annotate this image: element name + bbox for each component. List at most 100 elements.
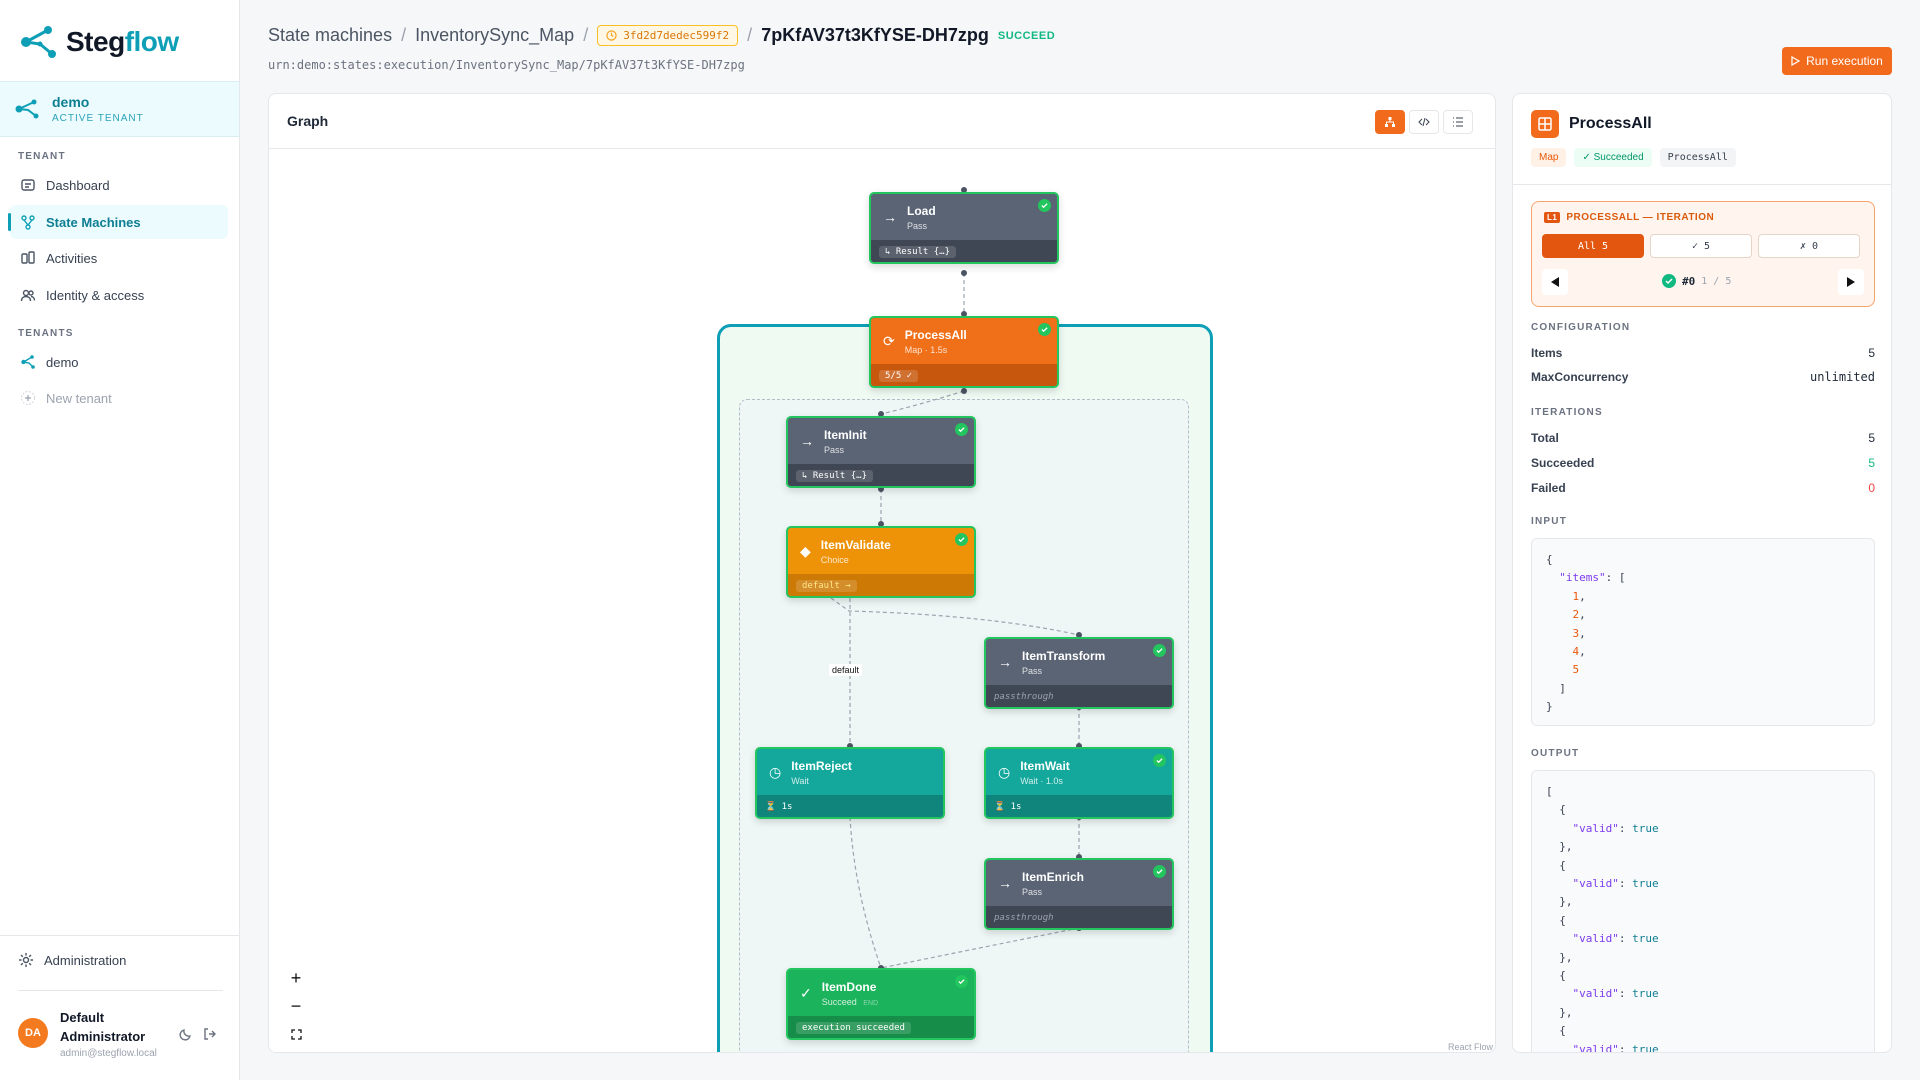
fit-view-button[interactable] (283, 1021, 309, 1047)
stat-key: Succeeded (1531, 456, 1595, 470)
iterations-succeeded-row: Succeeded 5 (1531, 456, 1875, 470)
node-processall[interactable]: ⟳ ProcessAll Map · 1.5s 5/5 ✓ (869, 316, 1059, 388)
node-title: ProcessAll (904, 327, 967, 342)
prev-iteration-button[interactable] (1542, 269, 1568, 295)
new-tenant-button[interactable]: New tenant (10, 381, 228, 415)
node-title: ItemReject (791, 758, 852, 773)
triangle-right-icon (1847, 277, 1855, 287)
flow-canvas[interactable]: default → Load Pass ↳ Result {…} ⟳ ProcessA… (269, 150, 1495, 1052)
check-icon (955, 423, 968, 436)
node-iteminit[interactable]: → ItemInit Pass ↳ Result {…} (786, 416, 976, 488)
stat-value: 5 (1868, 431, 1875, 445)
node-footer: ⏳ 1s (765, 802, 793, 812)
tenant-icon (15, 99, 39, 119)
user-profile: DA Default Administrator admin@stegflow.… (18, 1008, 228, 1066)
node-footer: ⏳ 1s (994, 802, 1022, 812)
breadcrumb-separator: / (401, 25, 407, 45)
react-flow-attribution[interactable]: React Flow (1448, 1042, 1493, 1052)
sidebar-item-state-machines[interactable]: State Machines (8, 205, 228, 239)
state-title: ProcessAll (1569, 115, 1652, 132)
logout-icon[interactable] (202, 1026, 218, 1042)
divider (0, 935, 239, 936)
breadcrumb: State machines / InventorySync_Map / 3fd… (268, 25, 1055, 46)
node-title: ItemDone (821, 979, 877, 994)
sidebar-item-label: Dashboard (46, 177, 110, 193)
logo[interactable]: Stegflow (18, 22, 179, 62)
node-itemwait[interactable]: ◷ ItemWait Wait · 1.0s ⏳ 1s (984, 747, 1174, 819)
tenants-section-label: TENANTS (18, 328, 74, 339)
node-footer: default → (796, 580, 857, 592)
tenant-item-demo[interactable]: demo (10, 345, 228, 379)
input-json[interactable]: { "items": [ 1, 2, 3, 4, 5 ] } (1531, 538, 1875, 726)
graph-title: Graph (287, 113, 329, 129)
sidebar: Stegflow demo ACTIVE TENANT TENANT Dashb… (0, 0, 240, 1080)
check-icon: ✓ (800, 984, 812, 1001)
filter-succeeded-button[interactable]: ✓ 5 (1650, 234, 1752, 258)
lock-button[interactable] (283, 1049, 309, 1052)
iteration-label: PROCESSALL — ITERATION (1566, 212, 1715, 223)
config-key: Items (1531, 346, 1563, 360)
triangle-left-icon (1551, 277, 1559, 287)
sidebar-item-label: State Machines (46, 214, 141, 230)
avatar[interactable]: DA (18, 1018, 48, 1048)
graph-panel: Graph default → Load Pass ↳ Result {…} ⟳… (268, 93, 1496, 1053)
output-json[interactable]: [ { "valid": true }, { "valid": true }, … (1531, 770, 1875, 1052)
breadcrumb-machine[interactable]: InventorySync_Map (415, 25, 574, 46)
code-icon (1418, 117, 1430, 127)
node-itemvalidate[interactable]: ◆ ItemValidate Choice default → (786, 526, 976, 598)
run-execution-label: Run execution (1806, 54, 1883, 68)
arrow-right-icon: → (800, 433, 814, 449)
breadcrumb-separator: / (747, 25, 753, 45)
check-icon (1153, 644, 1166, 657)
activities-icon (21, 251, 35, 264)
sidebar-item-activities[interactable]: Activities (10, 241, 228, 275)
map-state-icon (1531, 110, 1559, 138)
tenant-section-label: TENANT (18, 151, 66, 162)
active-tenant[interactable]: demo ACTIVE TENANT (0, 81, 239, 137)
arrow-right-icon: → (998, 654, 1012, 670)
zoom-in-button[interactable]: + (283, 965, 309, 991)
next-iteration-button[interactable] (1838, 269, 1864, 295)
filter-all-button[interactable]: All 5 (1542, 234, 1644, 258)
node-load[interactable]: → Load Pass ↳ Result {…} (869, 192, 1059, 264)
iterations-label: ITERATIONS (1531, 407, 1603, 418)
check-icon (1662, 274, 1676, 288)
list-view-button[interactable] (1443, 110, 1473, 134)
state-machine-icon (21, 215, 35, 230)
iteration-level-badge: L1 (1544, 212, 1561, 223)
filter-failed-button[interactable]: ✗ 0 (1758, 234, 1860, 258)
stat-value: 0 (1868, 481, 1875, 495)
node-itemreject[interactable]: ◷ ItemReject Wait ⏳ 1s (755, 747, 945, 819)
input-item: 2 (1572, 608, 1580, 622)
node-itemenrich[interactable]: → ItemEnrich Pass passthrough (984, 858, 1174, 930)
sidebar-item-dashboard[interactable]: Dashboard (10, 168, 228, 202)
loop-icon: ⟳ (883, 332, 895, 349)
administration-link[interactable]: Administration (18, 952, 126, 968)
iteration-indicator: #0 1 / 5 (1662, 274, 1731, 288)
node-type: Wait (791, 775, 809, 786)
brand-name: Stegflow (66, 26, 179, 57)
node-itemtransform[interactable]: → ItemTransform Pass passthrough (984, 637, 1174, 709)
node-type: Choice (820, 554, 849, 565)
new-tenant-label: New tenant (46, 390, 112, 406)
sidebar-item-identity[interactable]: Identity & access (10, 278, 228, 312)
version-hash-chip[interactable]: 3fd2d7dedec599f2 (597, 25, 739, 46)
zoom-out-button[interactable]: − (283, 993, 309, 1019)
sidebar-item-label: Identity & access (46, 287, 145, 303)
breadcrumb-state-machines[interactable]: State machines (268, 25, 392, 46)
tenant-name: demo (52, 94, 90, 110)
config-value: 5 (1868, 346, 1875, 360)
user-name: Default Administrator (60, 1010, 146, 1044)
details-panel: ProcessAll Map ✓ Succeeded ProcessAll L1… (1512, 93, 1892, 1053)
run-execution-button[interactable]: Run execution (1782, 47, 1892, 75)
list-icon (1453, 117, 1463, 127)
tenant-subtitle: ACTIVE TENANT (52, 113, 144, 124)
node-itemdone[interactable]: ✓ ItemDone Succeed END execution succeeded (786, 968, 976, 1040)
moon-icon[interactable] (178, 1026, 194, 1042)
code-view-button[interactable] (1409, 110, 1439, 134)
dashboard-icon (21, 179, 35, 191)
clock-icon (606, 30, 617, 41)
end-badge: END (863, 999, 879, 1007)
clock-icon: ◷ (769, 763, 782, 780)
graph-view-button[interactable] (1375, 110, 1405, 134)
